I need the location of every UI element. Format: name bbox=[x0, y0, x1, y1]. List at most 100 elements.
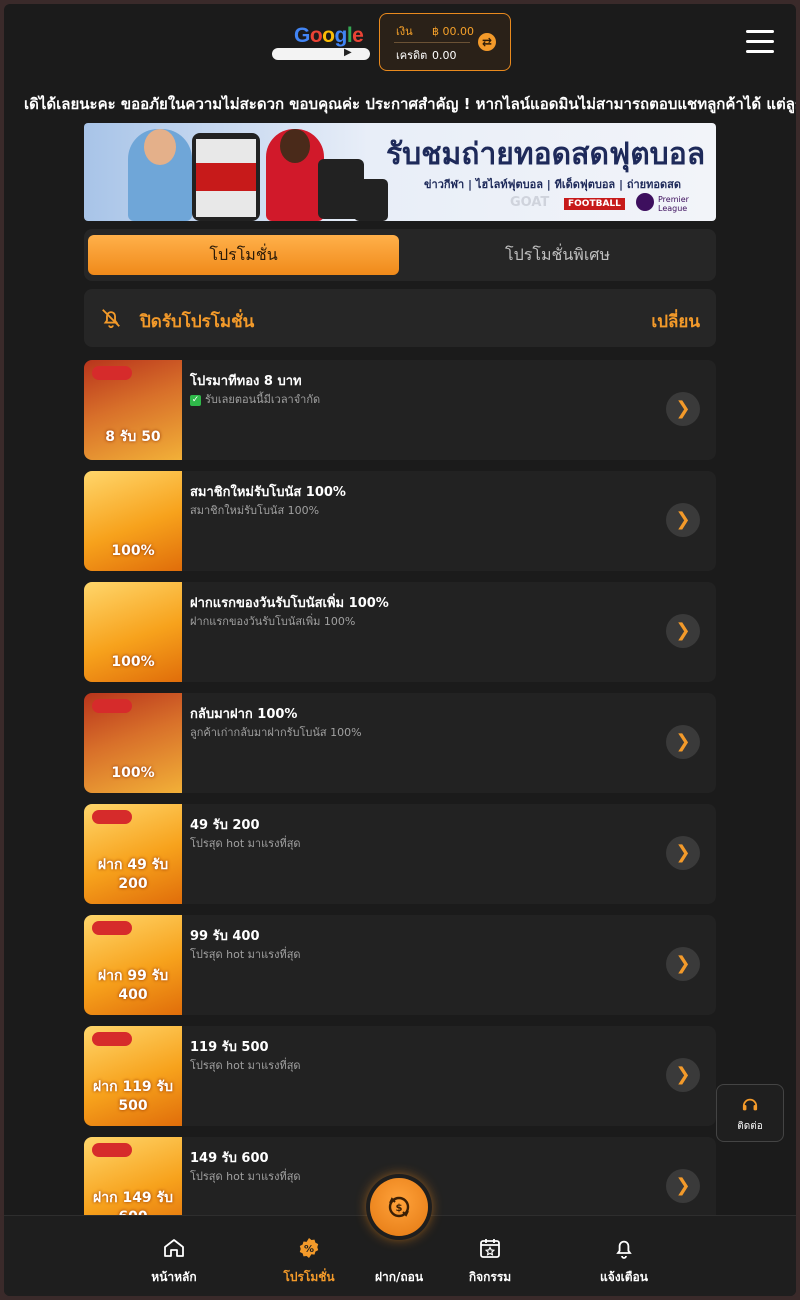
promo-card[interactable]: ฝาก 49 รับ 200 49 รับ 200 โปรสุด hot มาแ… bbox=[84, 804, 716, 904]
promotion-icon: % bbox=[299, 1238, 319, 1258]
credit-label: เครดิต bbox=[396, 49, 428, 62]
banner-phone-score bbox=[196, 163, 256, 191]
tab-special-promotions[interactable]: โปรโมชั่นพิเศษ bbox=[402, 235, 713, 275]
chevron-right-icon[interactable]: ❯ bbox=[666, 392, 700, 426]
hamburger-icon[interactable] bbox=[746, 30, 774, 54]
promo-card[interactable]: 100% ฝากแรกของวันรับโบนัสเพิ่ม 100% ฝากแ… bbox=[84, 582, 716, 682]
nav-home[interactable]: หน้าหลัก bbox=[134, 1236, 214, 1287]
announcement-marquee: เดิได้เลยนะคะ ขออภัยในความไม่สะดวก ขอบคุ… bbox=[24, 95, 796, 113]
promo-desc: รับเลยตอนนี้มีเวลาจำกัด bbox=[205, 393, 321, 406]
thumb-badge bbox=[92, 921, 132, 935]
svg-text:%: % bbox=[304, 1244, 314, 1255]
app-frame: Google ▶ เงิน ฿ 00.00 เครดิต 0.00 ⇄ เดิได้… bbox=[4, 4, 796, 1296]
promo-title: 49 รับ 200 bbox=[190, 818, 260, 833]
chevron-right-icon[interactable]: ❯ bbox=[666, 725, 700, 759]
thumb-text: ฝาก 49 รับ 200 bbox=[97, 857, 169, 892]
exchange-icon[interactable]: ⇄ bbox=[478, 33, 496, 51]
banner-brand: GOAT bbox=[510, 195, 550, 210]
promo-desc-row: ✓ รับเลยตอนนี้มีเวลาจำกัด bbox=[190, 390, 320, 408]
tab-promotions[interactable]: โปรโมชั่น bbox=[88, 235, 399, 275]
promo-card[interactable]: 8 รับ 50 โปรมาทีทอง 8 บาท ✓ รับเลยตอนนี้ม… bbox=[84, 360, 716, 460]
banner-league: Premier League bbox=[658, 195, 689, 213]
nav-home-label: หน้าหลัก bbox=[151, 1270, 197, 1284]
promo-card[interactable]: ฝาก 99 รับ 400 99 รับ 400 โปรสุด hot มาแ… bbox=[84, 915, 716, 1015]
promo-card[interactable]: ฝาก 119 รับ 500 119 รับ 500 โปรสุด hot ม… bbox=[84, 1026, 716, 1126]
check-icon: ✓ bbox=[190, 394, 201, 406]
promo-thumbnail: ฝาก 119 รับ 500 bbox=[84, 1026, 182, 1126]
promo-thumbnail: 8 รับ 50 bbox=[84, 360, 182, 460]
promo-banner[interactable]: รับชมถ่ายทอดสดฟุตบอล ข่าวกีฬา | ไฮไลท์ฟุ… bbox=[84, 123, 716, 221]
cursor-icon: ▶ bbox=[344, 47, 352, 58]
deposit-withdraw-icon: $ bbox=[388, 1196, 410, 1218]
promo-title: สมาชิกใหม่รับโบนัส 100% bbox=[190, 485, 346, 500]
thumb-text: 100% bbox=[111, 654, 155, 670]
thumb-text: 100% bbox=[111, 765, 155, 781]
wallet-divider bbox=[394, 42, 470, 43]
promo-thumbnail: 100% bbox=[84, 471, 182, 571]
premier-league-icon bbox=[636, 193, 654, 211]
banner-subtitle: ข่าวกีฬา | ไฮไลท์ฟุตบอล | ทีเด็ดฟุตบอล |… bbox=[424, 178, 681, 191]
thumb-badge bbox=[92, 1143, 132, 1157]
contact-button[interactable]: ติดต่อ bbox=[716, 1084, 784, 1142]
promo-thumbnail: 100% bbox=[84, 582, 182, 682]
thumb-badge bbox=[92, 1032, 132, 1046]
promo-thumbnail: ฝาก 99 รับ 400 bbox=[84, 915, 182, 1015]
credit-row: เครดิต 0.00 bbox=[396, 46, 457, 64]
thumb-badge bbox=[92, 699, 132, 713]
nav-promotions[interactable]: % โปรโมชั่น bbox=[269, 1236, 349, 1287]
change-setting-button[interactable]: เปลี่ยน bbox=[651, 308, 700, 335]
logo-wordmark: Google bbox=[294, 24, 364, 47]
promo-title: โปรมาทีทอง 8 บาท bbox=[190, 374, 302, 389]
site-logo[interactable]: Google ▶ bbox=[272, 22, 372, 64]
credit-value: 0.00 bbox=[432, 49, 457, 62]
banner-phone-small bbox=[354, 179, 388, 221]
promo-setting-row: ปิดรับโปรโมชั่น เปลี่ยน bbox=[84, 289, 716, 347]
banner-brand-tag: FOOTBALL bbox=[564, 198, 625, 210]
money-label: เงิน bbox=[396, 25, 413, 38]
deposit-withdraw-fab[interactable]: $ bbox=[370, 1178, 428, 1236]
nav-promotions-label: โปรโมชั่น bbox=[283, 1270, 335, 1284]
promo-title: 149 รับ 600 bbox=[190, 1151, 269, 1166]
nav-deposit-withdraw[interactable]: ฝาก/ถอน bbox=[359, 1268, 439, 1287]
promo-desc: โปรสุด hot มาแรงที่สุด bbox=[190, 948, 301, 961]
thumb-text: 8 รับ 50 bbox=[105, 429, 161, 445]
promo-desc: ฝากแรกของวันรับโบนัสเพิ่ม 100% bbox=[190, 615, 356, 628]
svg-text:$: $ bbox=[396, 1203, 403, 1214]
promo-card[interactable]: 100% กลับมาฝาก 100% ลูกค้าเก่ากลับมาฝากร… bbox=[84, 693, 716, 793]
bell-icon bbox=[616, 1240, 632, 1259]
chevron-right-icon[interactable]: ❯ bbox=[666, 1169, 700, 1203]
promo-card[interactable]: 100% สมาชิกใหม่รับโบนัส 100% สมาชิกใหม่ร… bbox=[84, 471, 716, 571]
nav-activities-label: กิจกรรม bbox=[468, 1270, 512, 1284]
promo-thumbnail: ฝาก 49 รับ 200 bbox=[84, 804, 182, 904]
bell-off-icon bbox=[102, 309, 120, 329]
promo-tabs: โปรโมชั่น โปรโมชั่นพิเศษ bbox=[84, 229, 716, 281]
promo-title: 99 รับ 400 bbox=[190, 929, 260, 944]
promo-title: 119 รับ 500 bbox=[190, 1040, 269, 1055]
promo-desc: โปรสุด hot มาแรงที่สุด bbox=[190, 1170, 301, 1183]
contact-label: ติดต่อ bbox=[737, 1121, 763, 1132]
nav-deposit-withdraw-label: ฝาก/ถอน bbox=[374, 1270, 424, 1284]
promo-desc: โปรสุด hot มาแรงที่สุด bbox=[190, 1059, 301, 1072]
chevron-right-icon[interactable]: ❯ bbox=[666, 1058, 700, 1092]
chevron-right-icon[interactable]: ❯ bbox=[666, 614, 700, 648]
promo-thumbnail: 100% bbox=[84, 693, 182, 793]
promo-title: ฝากแรกของวันรับโบนัสเพิ่ม 100% bbox=[190, 596, 389, 611]
thumb-text: ฝาก 99 รับ 400 bbox=[97, 968, 169, 1003]
nav-activities[interactable]: กิจกรรม bbox=[450, 1236, 530, 1287]
nav-notifications[interactable]: แจ้งเตือน bbox=[584, 1236, 664, 1287]
banner-player-left-head bbox=[144, 129, 176, 165]
wallet-balance[interactable]: เงิน ฿ 00.00 เครดิต 0.00 ⇄ bbox=[379, 13, 511, 71]
chevron-right-icon[interactable]: ❯ bbox=[666, 503, 700, 537]
calendar-icon bbox=[480, 1239, 500, 1258]
promo-desc: ลูกค้าเก่ากลับมาฝากรับโบนัส 100% bbox=[190, 726, 362, 739]
chevron-right-icon[interactable]: ❯ bbox=[666, 947, 700, 981]
thumb-badge bbox=[92, 810, 132, 824]
banner-player-right-head bbox=[280, 129, 310, 163]
headset-icon bbox=[742, 1098, 758, 1111]
promo-list: 8 รับ 50 โปรมาทีทอง 8 บาท ✓ รับเลยตอนนี้ม… bbox=[84, 360, 716, 1248]
home-icon bbox=[164, 1239, 184, 1257]
money-row: เงิน ฿ 00.00 bbox=[396, 22, 474, 40]
promo-desc: โปรสุด hot มาแรงที่สุด bbox=[190, 837, 301, 850]
chevron-right-icon[interactable]: ❯ bbox=[666, 836, 700, 870]
thumb-text: ฝาก 119 รับ 500 bbox=[93, 1079, 173, 1114]
